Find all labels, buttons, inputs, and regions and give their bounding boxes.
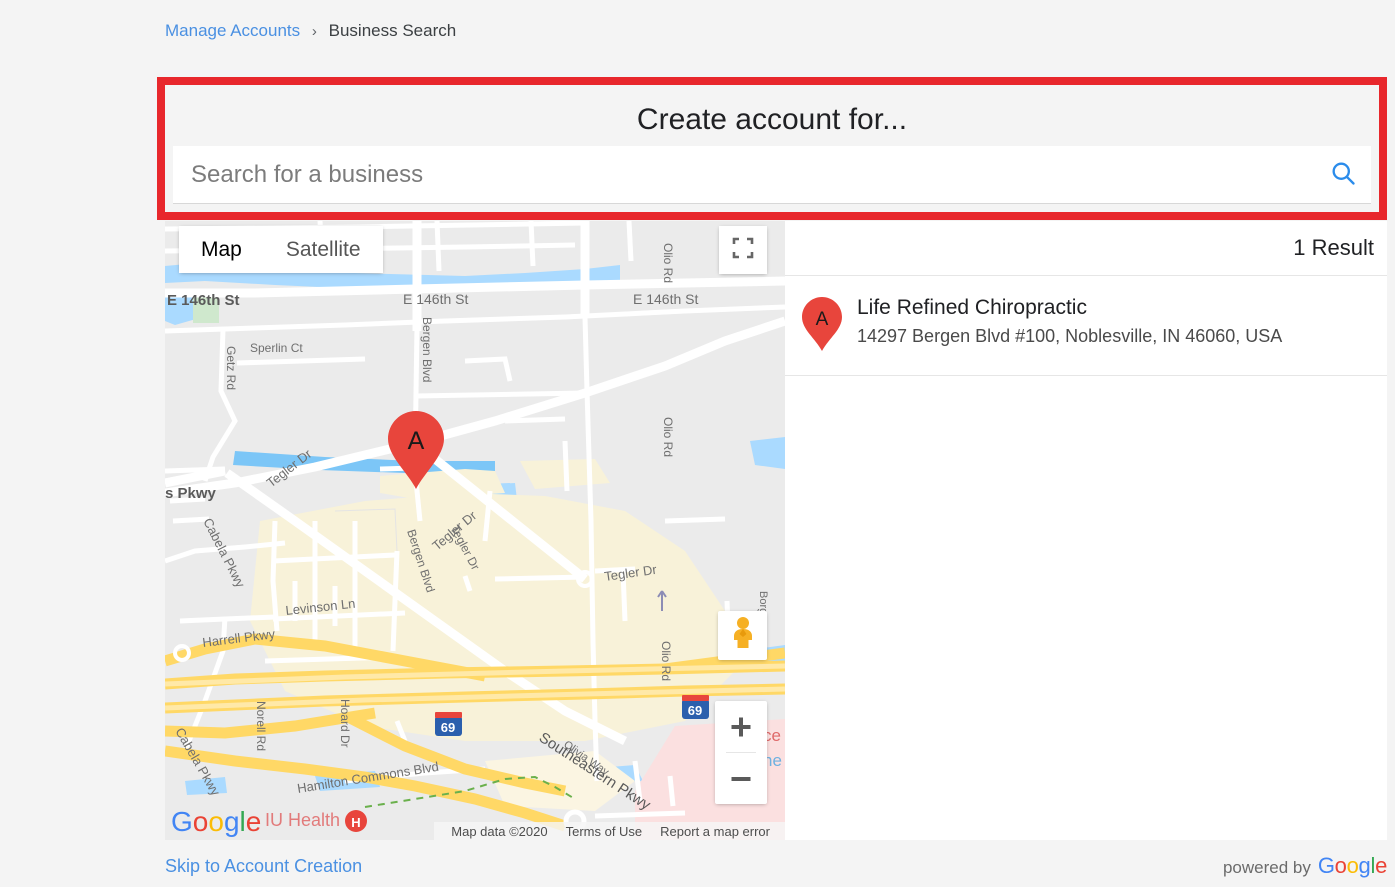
search-bar (173, 146, 1371, 204)
svg-text:Olio Rd: Olio Rd (659, 641, 673, 681)
map-type-toggle: Map Satellite (179, 226, 383, 273)
terms-of-use-link[interactable]: Terms of Use (557, 824, 652, 839)
skip-to-account-creation-link[interactable]: Skip to Account Creation (165, 856, 362, 877)
results-panel: 1 Result A Life Refined Chiropractic 142… (785, 221, 1387, 840)
powered-by-label: powered by (1222, 858, 1311, 877)
svg-text:Olio Rd: Olio Rd (661, 417, 675, 457)
svg-text:Norell Rd: Norell Rd (254, 701, 268, 751)
svg-text:E 146th St: E 146th St (167, 292, 240, 309)
street-view-button[interactable] (718, 611, 767, 660)
result-list-item[interactable]: A Life Refined Chiropractic 14297 Bergen… (785, 276, 1387, 375)
map-zoom-controls (715, 701, 767, 804)
footer: Skip to Account Creation powered by Goog… (165, 845, 1387, 887)
svg-text:69: 69 (441, 720, 455, 735)
fullscreen-icon (732, 237, 754, 264)
map-type-button-map[interactable]: Map (179, 226, 264, 273)
svg-text:H: H (351, 815, 360, 830)
result-text-block: Life Refined Chiropractic 14297 Bergen B… (857, 294, 1282, 349)
results-divider-bottom (785, 375, 1387, 376)
zoom-in-button[interactable] (715, 701, 767, 752)
street-view-pegman-icon (728, 616, 758, 655)
breadcrumb-separator: › (311, 23, 317, 40)
result-business-name: Life Refined Chiropractic (857, 296, 1087, 319)
svg-text:Getz Rd: Getz Rd (224, 346, 238, 390)
map-canvas[interactable]: E 146th St E 146th St E 146th St Getz Rd… (165, 221, 785, 840)
result-marker-pin-icon: A (801, 296, 843, 357)
breadcrumb-current-business-search: Business Search (328, 21, 457, 40)
svg-text:IU Health: IU Health (265, 810, 340, 830)
svg-text:Bergen Blvd: Bergen Blvd (420, 317, 434, 382)
minus-icon (731, 776, 751, 781)
svg-text:Sperlin Ct: Sperlin Ct (250, 341, 303, 355)
search-input[interactable] (173, 160, 1315, 189)
search-panel-highlight: Create account for... (157, 77, 1387, 220)
report-map-error-link[interactable]: Report a map error (651, 824, 779, 839)
svg-text:A: A (408, 427, 425, 455)
svg-text:A: A (816, 309, 829, 330)
breadcrumb: Manage Accounts › Business Search (165, 21, 456, 41)
svg-text:Hoard Dr: Hoard Dr (338, 699, 352, 748)
svg-text:Google: Google (171, 806, 261, 837)
zoom-out-button[interactable] (715, 753, 767, 804)
results-count: 1 Result (1293, 235, 1374, 260)
google-logo: Google (171, 806, 263, 838)
map-type-button-satellite[interactable]: Satellite (264, 226, 383, 273)
result-business-address: 14297 Bergen Blvd #100, Noblesville, IN … (857, 326, 1283, 346)
map-data-text: Map data ©2020 (451, 823, 548, 839)
svg-text:E 146th St: E 146th St (633, 291, 698, 307)
powered-by-google: powered by Google (1223, 853, 1387, 879)
svg-text:E 146th St: E 146th St (403, 291, 468, 307)
svg-text:s Pkwy: s Pkwy (165, 485, 217, 502)
svg-text:69: 69 (688, 703, 702, 718)
svg-text:Olio Rd: Olio Rd (661, 243, 675, 283)
map-tiles: E 146th St E 146th St E 146th St Getz Rd… (165, 221, 785, 840)
fullscreen-button[interactable] (719, 226, 767, 274)
search-icon (1329, 159, 1357, 190)
google-wordmark: Google (1317, 853, 1387, 878)
search-button[interactable] (1315, 147, 1371, 203)
plus-icon (731, 717, 751, 736)
page-title: Create account for... (636, 103, 908, 136)
map-attribution: Map data ©2020 Terms of Use Report a map… (434, 822, 785, 840)
business-search-content: E 146th St E 146th St E 146th St Getz Rd… (165, 221, 1387, 840)
breadcrumb-link-manage-accounts[interactable]: Manage Accounts (165, 21, 300, 40)
